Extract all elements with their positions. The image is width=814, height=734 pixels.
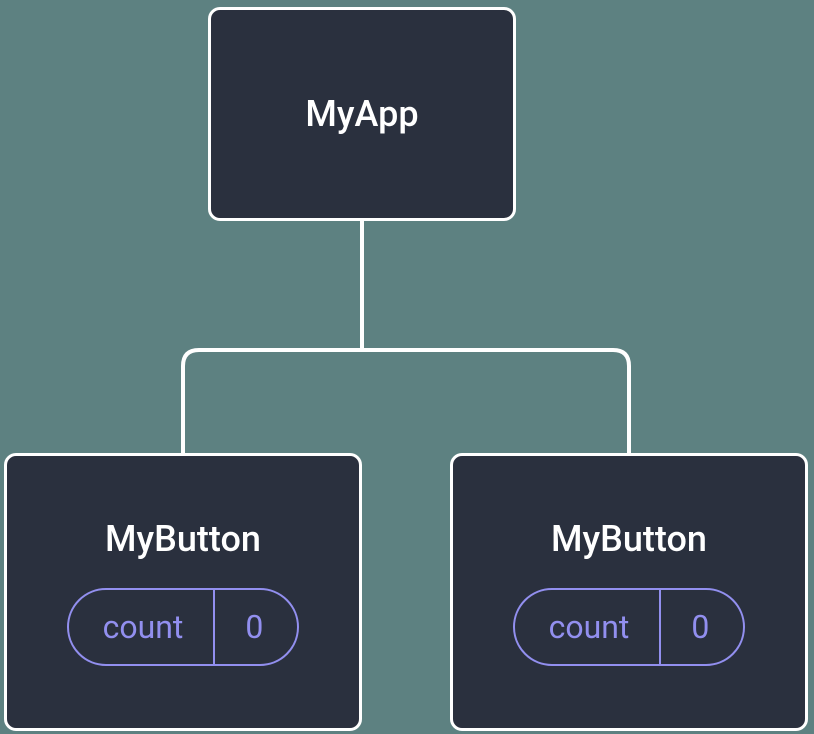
child-node-right-label: MyButton [551, 518, 707, 560]
child-node-left: MyButton count 0 [4, 453, 362, 731]
child-node-right: MyButton count 0 [450, 453, 808, 731]
root-node-myapp: MyApp [208, 7, 516, 221]
state-pill-left: count 0 [67, 588, 300, 666]
child-node-left-label: MyButton [105, 518, 261, 560]
state-value-right: 0 [661, 590, 743, 664]
state-pill-right: count 0 [513, 588, 746, 666]
state-value-left: 0 [215, 590, 297, 664]
root-node-label: MyApp [305, 93, 418, 135]
state-key-right: count [515, 590, 662, 664]
state-key-left: count [69, 590, 216, 664]
